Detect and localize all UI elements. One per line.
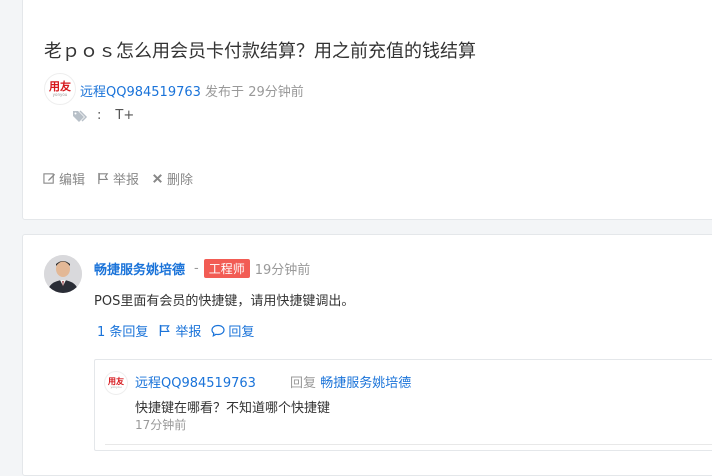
reply-author-link[interactable]: 远程QQ984519763 [135, 376, 256, 391]
answer-header: 畅捷服务姚培德 - 工程师 19分钟前 [94, 259, 310, 278]
comment-icon [211, 324, 226, 337]
answerer-name-link[interactable]: 畅捷服务姚培德 [94, 259, 185, 278]
replies-count-label: 1 条回复 [97, 325, 149, 340]
reply-divider [105, 444, 712, 445]
reply-author-avatar[interactable]: 用友 yonyou [104, 371, 128, 395]
answer-reply-label: 回复 [228, 325, 255, 340]
header-dash: - [194, 261, 199, 276]
reply-text: 快捷键在哪看？不知道哪个快捷键 [135, 401, 331, 416]
answer-reply-button[interactable]: 回复 [211, 321, 254, 340]
reply-header: 远程QQ984519763 回复 畅捷服务姚培德 [135, 372, 411, 391]
edit-button[interactable]: 编辑 [43, 169, 85, 188]
question-actions: 编辑 举报 删除 [43, 169, 193, 188]
reply-item: 用友 yonyou 远程QQ984519763 回复 畅捷服务姚培德 快捷键在哪… [94, 359, 712, 451]
tag-row: : T+ [73, 108, 134, 123]
reply-time: 17分钟前 [135, 418, 187, 432]
yonyou-logo-text: 用友 [49, 80, 71, 93]
posted-time: 29分钟前 [248, 85, 304, 100]
question-card: 老ｐｏｓ怎么用会员卡付款结算？用之前充值的钱结算 用友 yonyou 远程QQ9… [22, 0, 712, 220]
delete-button[interactable]: 删除 [151, 169, 193, 188]
replies-count-link[interactable]: 1 条回复 [97, 321, 148, 340]
person-avatar-image [44, 255, 82, 293]
posted-label: 发布于 [205, 85, 245, 100]
report-button[interactable]: 举报 [97, 169, 139, 188]
answer-report-button[interactable]: 举报 [158, 321, 201, 340]
delete-label: 删除 [167, 173, 194, 188]
edit-label: 编辑 [59, 173, 86, 188]
flag-icon [160, 324, 171, 337]
question-author-link[interactable]: 远程QQ984519763 [80, 85, 201, 100]
yonyou-logo-subtext: yonyou [52, 92, 68, 97]
answer-card: 畅捷服务姚培德 - 工程师 19分钟前 POS里面有会员的快捷键，请用快捷键调出… [22, 234, 712, 476]
tag-item[interactable]: T+ [115, 108, 134, 123]
edit-icon [43, 173, 56, 184]
answer-time: 19分钟前 [254, 263, 311, 278]
close-icon [153, 174, 162, 183]
answer-text: POS里面有会员的快捷键，请用快捷键调出。 [94, 294, 355, 309]
tags-icon [73, 109, 88, 122]
reply-label: 回复 [290, 376, 317, 391]
report-label: 举报 [113, 173, 140, 188]
answer-actions: 1 条回复 举报 回复 [97, 321, 254, 340]
answer-report-label: 举报 [175, 325, 202, 340]
flag-icon [98, 172, 109, 185]
question-meta: 远程QQ984519763 发布于 29分钟前 [80, 81, 304, 100]
yonyou-logo-subtext: yonyou [110, 384, 122, 389]
author-avatar[interactable]: 用友 yonyou [44, 73, 76, 105]
answerer-avatar[interactable] [44, 255, 82, 293]
question-title: 老ｐｏｓ怎么用会员卡付款结算？用之前充值的钱结算 [44, 41, 476, 62]
engineer-badge: 工程师 [203, 259, 250, 278]
tag-separator: : [97, 108, 102, 123]
reply-to-link[interactable]: 畅捷服务姚培德 [320, 376, 411, 391]
